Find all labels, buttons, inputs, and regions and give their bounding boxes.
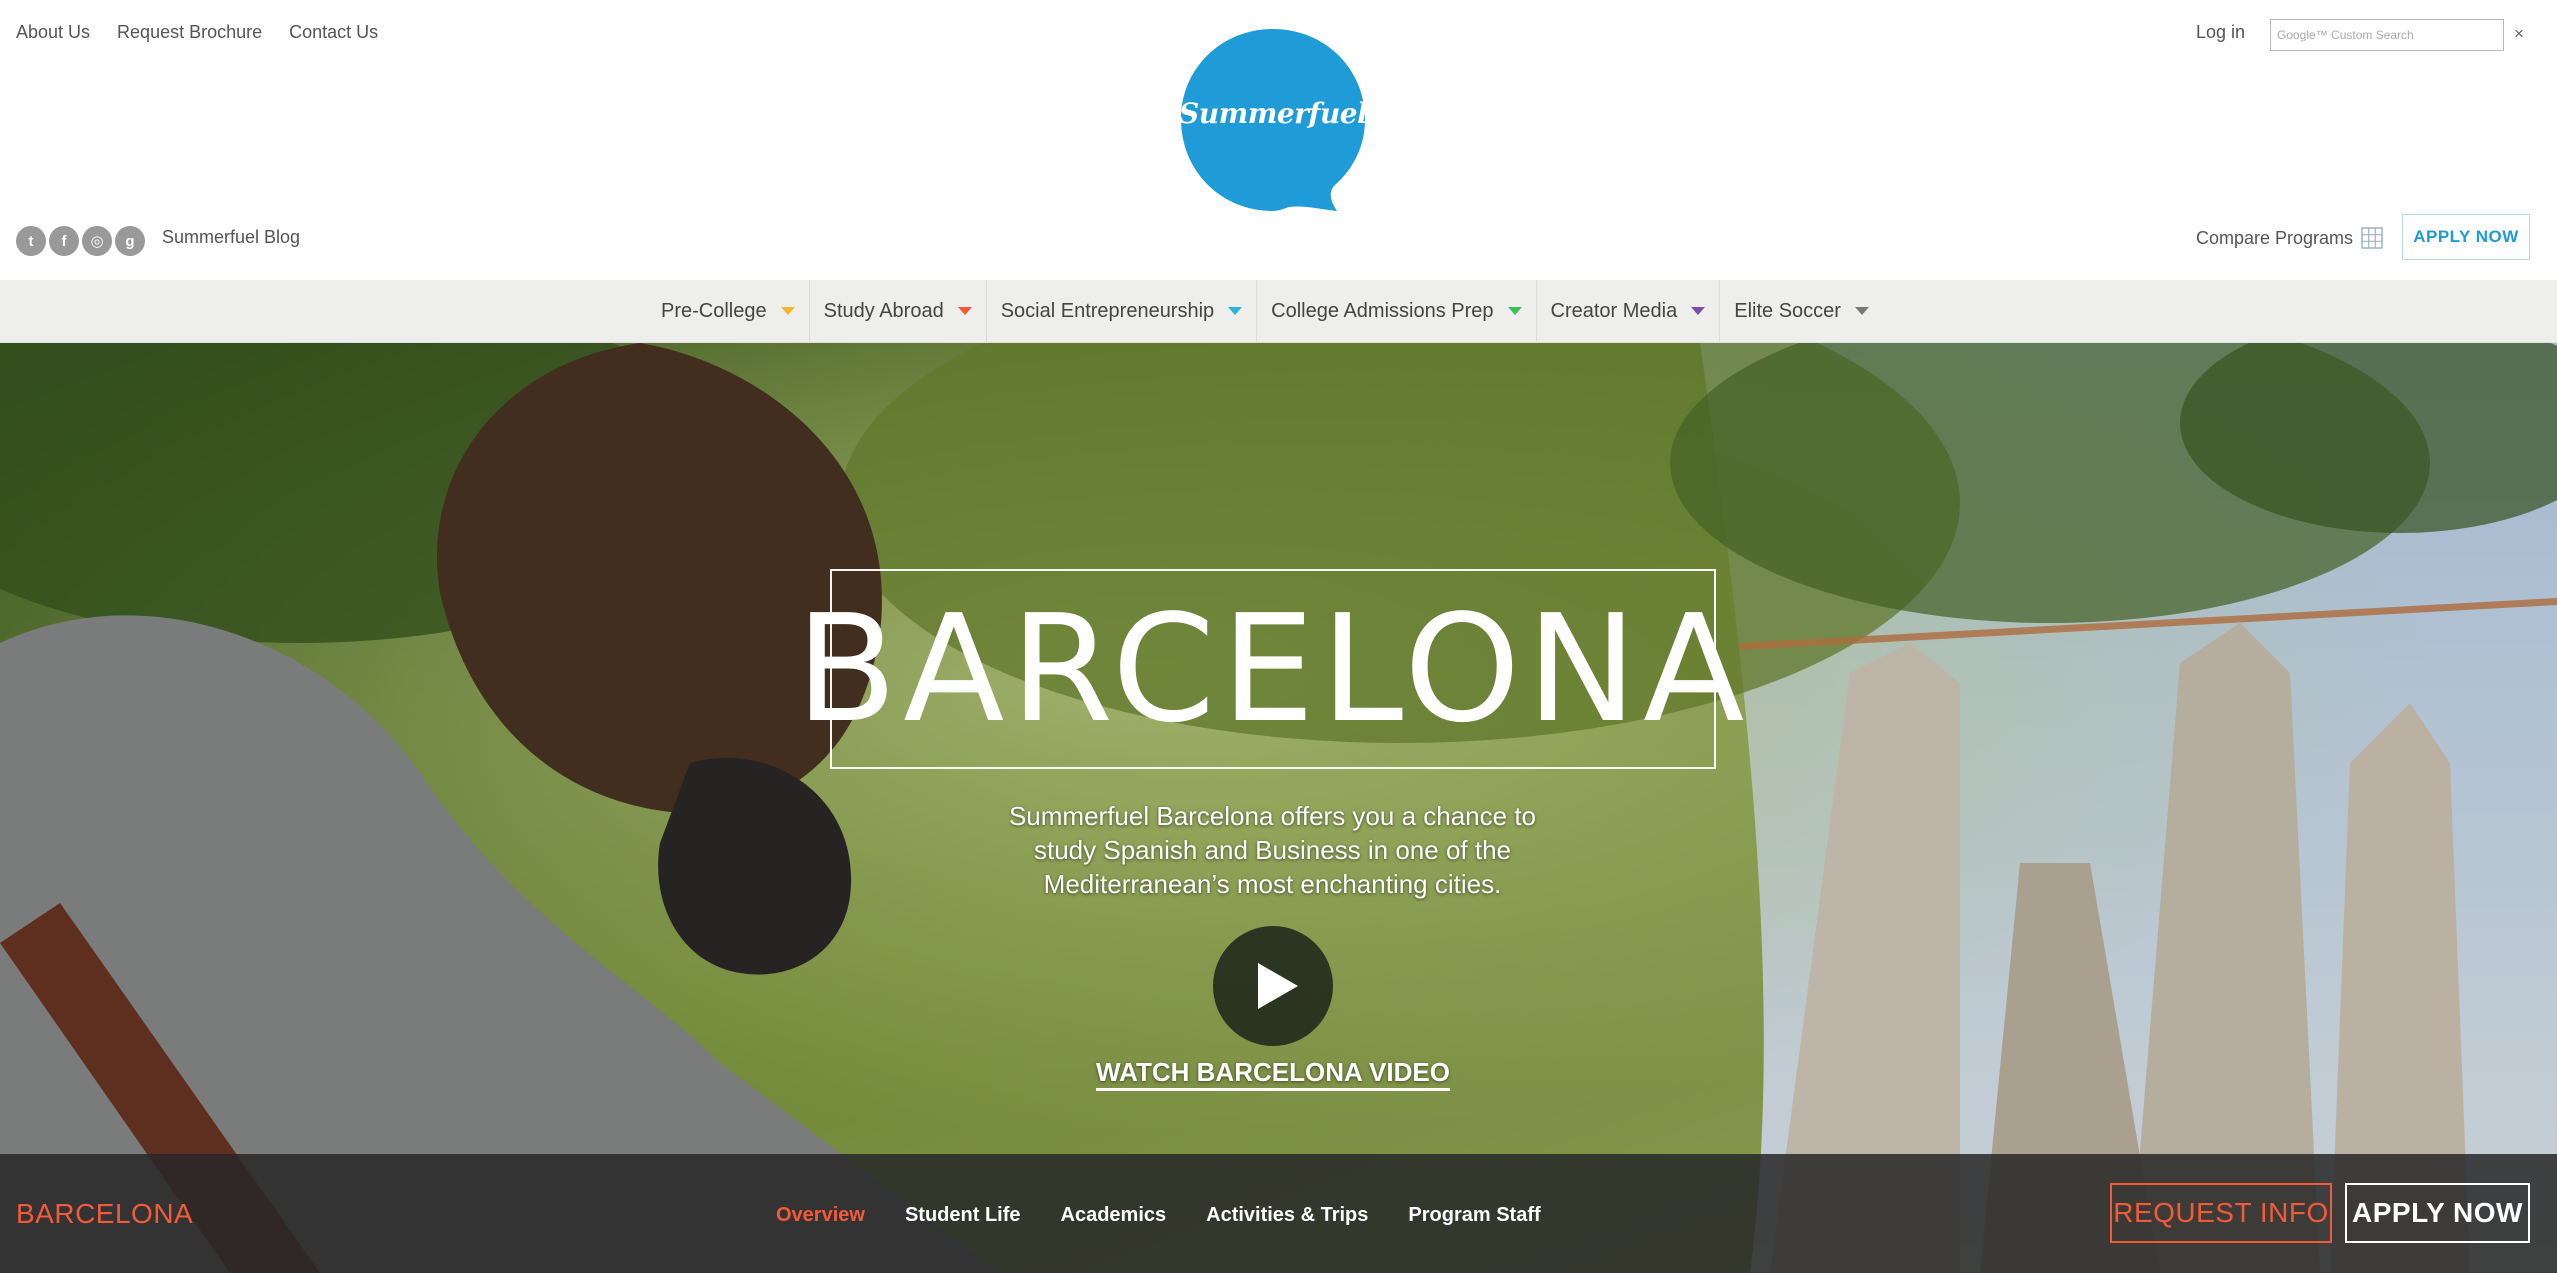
- tab-academics[interactable]: Academics: [1061, 1204, 1167, 1227]
- main-nav-list: Pre-College Study Abroad Social Entrepre…: [647, 280, 1883, 342]
- hero-title-frame: BARCELONA: [796, 569, 1744, 769]
- compare-programs-label: Compare Programs: [2196, 227, 2354, 248]
- nav-item-pre-college[interactable]: Pre-College: [647, 280, 810, 342]
- watch-video-label: WATCH BARCELONA VIDEO: [1096, 1057, 1450, 1091]
- chevron-down-icon: [957, 307, 972, 315]
- nav-item-label: Pre-College: [661, 299, 767, 322]
- program-title: BARCELONA: [16, 1198, 194, 1229]
- compare-programs-link[interactable]: Compare Programs: [2196, 227, 2383, 249]
- tab-program-staff[interactable]: Program Staff: [1408, 1204, 1540, 1227]
- chevron-down-icon: [780, 307, 795, 315]
- nav-item-label: Elite Soccer: [1734, 299, 1841, 322]
- nav-item-elite-soccer[interactable]: Elite Soccer: [1720, 280, 1883, 342]
- nav-item-label: Study Abroad: [823, 299, 944, 322]
- nav-item-study-abroad[interactable]: Study Abroad: [810, 280, 987, 342]
- search-clear-button[interactable]: ×: [2514, 24, 2524, 44]
- utility-links: About Us Request Brochure Contact Us: [16, 22, 378, 43]
- nav-item-label: Creator Media: [1550, 299, 1678, 322]
- play-video-button[interactable]: [1213, 926, 1333, 1046]
- social-icons: t f ◎ g: [16, 226, 145, 256]
- chevron-down-icon: [1507, 307, 1522, 315]
- twitter-icon[interactable]: t: [16, 226, 46, 256]
- chevron-down-icon: [1228, 307, 1243, 315]
- google-plus-icon[interactable]: g: [115, 226, 145, 256]
- program-subnav: BARCELONA Overview Student Life Academic…: [0, 1154, 2557, 1273]
- instagram-icon[interactable]: ◎: [82, 226, 112, 256]
- apply-now-button[interactable]: APPLY NOW: [2345, 1183, 2530, 1243]
- request-brochure-link[interactable]: Request Brochure: [117, 22, 262, 43]
- tab-activities-trips[interactable]: Activities & Trips: [1206, 1204, 1368, 1227]
- nav-item-label: College Admissions Prep: [1271, 299, 1494, 322]
- site-header: About Us Request Brochure Contact Us Sum…: [0, 0, 2557, 280]
- nav-item-label: Social Entrepreneurship: [1000, 299, 1215, 322]
- nav-item-creator-media[interactable]: Creator Media: [1537, 280, 1721, 342]
- program-tabs: Overview Student Life Academics Activiti…: [776, 1204, 1541, 1227]
- main-nav: Pre-College Study Abroad Social Entrepre…: [0, 280, 2557, 343]
- nav-item-college-admissions-prep[interactable]: College Admissions Prep: [1257, 280, 1537, 342]
- search-input[interactable]: [2270, 19, 2504, 51]
- login-link[interactable]: Log in: [2196, 22, 2245, 43]
- request-info-button[interactable]: REQUEST INFO: [2110, 1183, 2332, 1243]
- chevron-down-icon: [1854, 307, 1869, 315]
- hero-banner: BARCELONA Summerfuel Barcelona offers yo…: [0, 343, 2557, 1273]
- chevron-down-icon: [1691, 307, 1706, 315]
- tab-student-life[interactable]: Student Life: [905, 1204, 1021, 1227]
- hero-description: Summerfuel Barcelona offers you a chance…: [1008, 801, 1537, 899]
- tab-overview[interactable]: Overview: [776, 1204, 865, 1227]
- play-icon: [1258, 963, 1298, 1009]
- about-us-link[interactable]: About Us: [16, 22, 90, 43]
- blog-link[interactable]: Summerfuel Blog: [162, 227, 300, 248]
- logo-text: Summerfuel: [1179, 97, 1368, 130]
- contact-us-link[interactable]: Contact Us: [289, 22, 378, 43]
- nav-item-social-entrepreneurship[interactable]: Social Entrepreneurship: [987, 280, 1258, 342]
- hero-title: BARCELONA: [795, 583, 1751, 755]
- facebook-icon[interactable]: f: [49, 226, 79, 256]
- apply-now-button-header[interactable]: APPLY NOW: [2402, 214, 2530, 260]
- watch-video-link[interactable]: WATCH BARCELONA VIDEO: [1058, 1057, 1488, 1091]
- summerfuel-logo[interactable]: Summerfuel: [1179, 27, 1368, 215]
- grid-icon: [2361, 227, 2383, 249]
